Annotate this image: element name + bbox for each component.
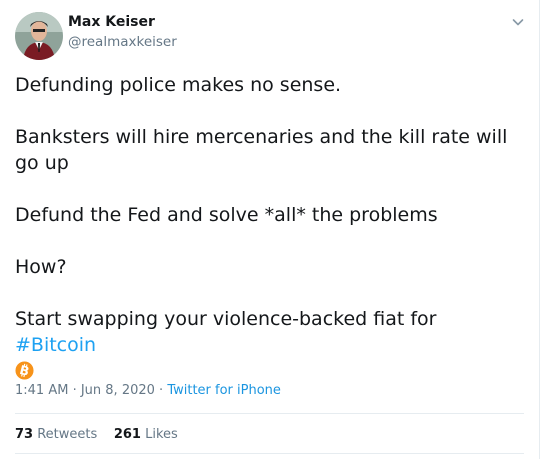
bitcoin-icon: B xyxy=(15,361,34,380)
meta-separator: · xyxy=(154,383,168,398)
author-name[interactable]: Max Keiser xyxy=(68,14,155,30)
divider xyxy=(15,453,524,454)
tweet-meta: 1:41 AM · Jun 8, 2020 · Twitter for iPho… xyxy=(15,383,281,398)
tweet-source-link[interactable]: Twitter for iPhone xyxy=(167,383,281,398)
meta-separator: · xyxy=(68,383,81,398)
chevron-down-icon[interactable] xyxy=(510,14,526,30)
tweet-date[interactable]: Jun 8, 2020 xyxy=(81,383,155,398)
tweet-text: Defunding police makes no sense. Bankste… xyxy=(15,72,520,387)
tweet-paragraph: Banksters will hire mercenaries and the … xyxy=(15,126,508,174)
retweets-stat[interactable]: 73 Retweets xyxy=(15,427,97,442)
tweet-final-text: Start swapping your violence-backed fiat… xyxy=(15,308,437,330)
avatar[interactable] xyxy=(15,12,63,60)
tweet-paragraph-final: Start swapping your violence-backed fiat… xyxy=(15,306,520,387)
retweets-label: Retweets xyxy=(37,427,98,442)
tweet-stats: 73 Retweets 261 Likes xyxy=(15,427,178,442)
author-handle[interactable]: @realmaxkeiser xyxy=(68,34,177,50)
likes-count: 261 xyxy=(113,427,141,442)
tweet-card: Max Keiser @realmaxkeiser Defunding poli… xyxy=(0,0,540,459)
likes-label: Likes xyxy=(145,427,178,442)
hashtag-link[interactable]: #Bitcoin xyxy=(15,334,96,356)
tweet-paragraph: Defund the Fed and solve *all* the probl… xyxy=(15,204,438,226)
tweet-paragraph: How? xyxy=(15,256,67,278)
likes-stat[interactable]: 261 Likes xyxy=(114,427,178,442)
retweets-count: 73 xyxy=(15,427,34,442)
tweet-time[interactable]: 1:41 AM xyxy=(15,383,68,398)
avatar-image xyxy=(15,12,63,60)
divider xyxy=(15,413,524,414)
tweet-paragraph: Defunding police makes no sense. xyxy=(15,74,342,96)
